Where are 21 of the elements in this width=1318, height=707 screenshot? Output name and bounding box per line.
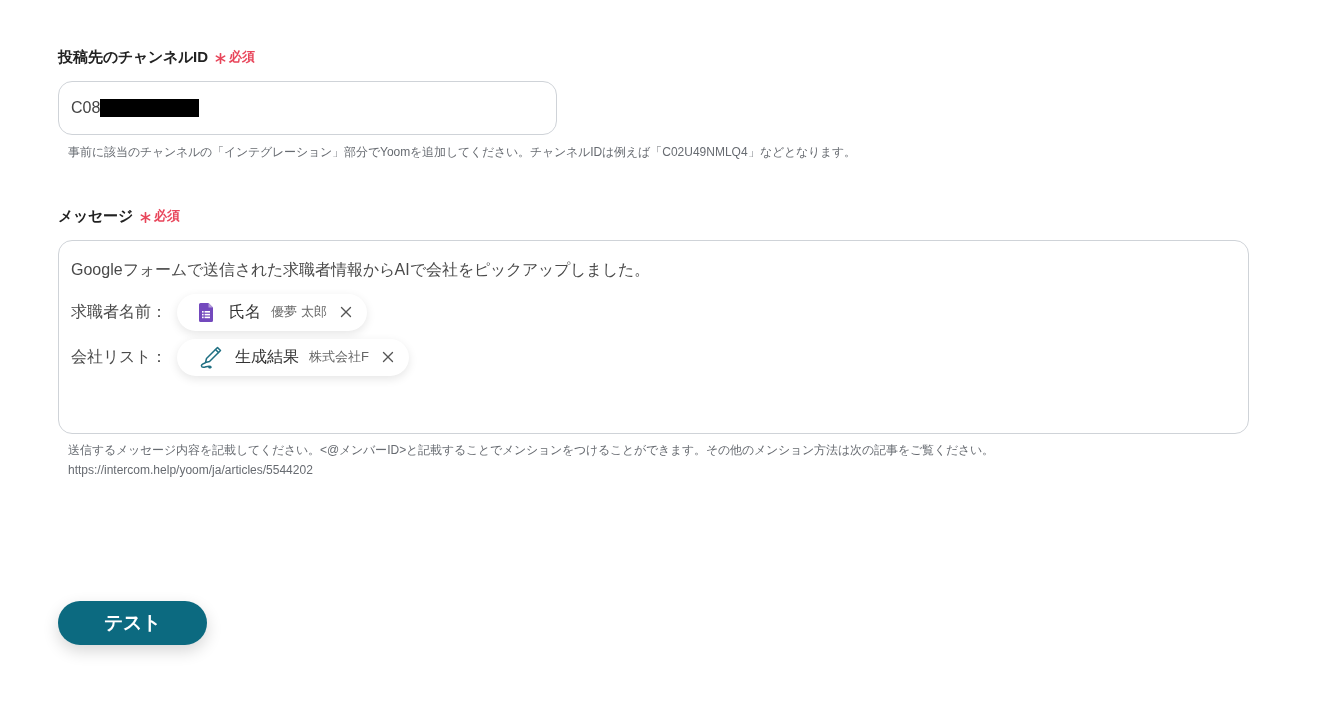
- message-text: 会社リスト：: [71, 346, 167, 367]
- test-button[interactable]: テスト: [58, 601, 207, 645]
- help-text: 送信するメッセージ内容を記載してください。<@メンバーID>と記載することでメンションをつけることができます。その他のメンション方法は次の記事をご覧ください。: [67, 442, 995, 459]
- message-text: 求職者名前：: [71, 301, 167, 322]
- chip-value: 株式会社F: [309, 348, 369, 366]
- document-icon: [199, 302, 213, 322]
- field-label: メッセージ: [58, 206, 133, 226]
- message-text: Googleフォームで送信された求職者情報からAIで会社をピックアップしました。: [71, 260, 650, 280]
- chip-label: 氏名: [229, 301, 261, 322]
- pen-scribble-icon: [199, 345, 223, 369]
- variable-chip[interactable]: 生成結果 株式会社F: [177, 338, 409, 376]
- message-field[interactable]: Googleフォームで送信された求職者情報からAIで会社をピックアップしました。 求職者名前： 氏名 優夢 太郎 会社リスト： 生成結果 株式会社F: [58, 240, 1249, 434]
- variable-chip[interactable]: 氏名 優夢 太郎: [177, 293, 367, 331]
- field-label: 投稿先のチャンネルID: [58, 47, 208, 67]
- help-text: https://intercom.help/yoom/ja/articles/5544202: [67, 462, 314, 479]
- required-label: 必須: [154, 207, 180, 225]
- chip-label: 生成結果: [235, 346, 299, 367]
- required-label: 必須: [229, 48, 255, 66]
- chip-value: 優夢 太郎: [271, 303, 327, 321]
- input-field[interactable]: C08: [58, 81, 557, 135]
- help-text: 事前に該当のチャンネルの「インテグレーション」部分でYoomを追加してください。チャンネルIDは例えば「C02U49NMLQ4」などとなります。: [67, 144, 856, 161]
